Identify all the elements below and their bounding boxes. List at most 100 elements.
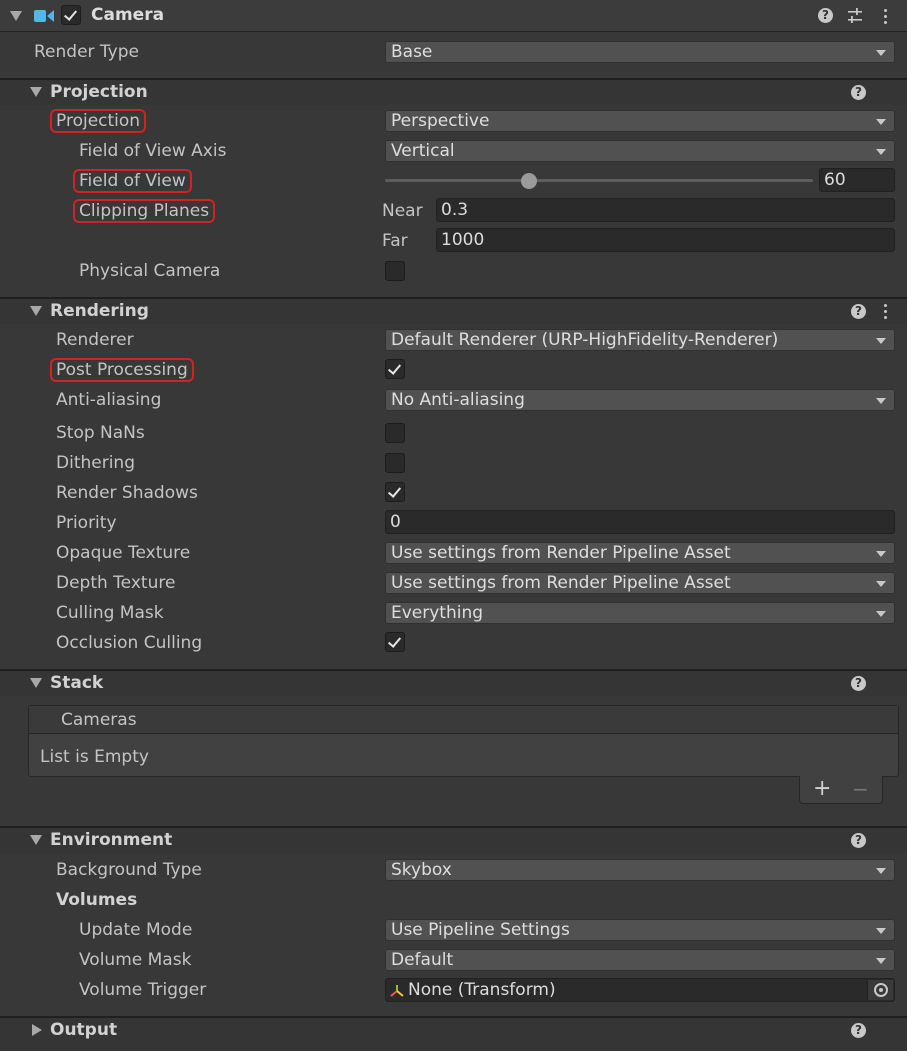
check-icon (387, 634, 402, 648)
culling-mask-value: Everything (391, 603, 484, 623)
fov-slider-track[interactable] (385, 179, 813, 182)
remove-button[interactable]: − (852, 777, 869, 801)
opaque-texture-label: Opaque Texture (56, 543, 191, 563)
anti-aliasing-dropdown[interactable]: No Anti-aliasing (385, 389, 895, 411)
foldout-icon[interactable] (30, 306, 42, 316)
section-title: Output (50, 1020, 118, 1040)
object-picker-icon[interactable] (867, 980, 893, 1000)
chevron-down-icon (876, 338, 886, 344)
stack-section-header[interactable]: Stack ? (0, 669, 907, 696)
foldout-icon[interactable] (32, 1024, 42, 1036)
near-label: Near (382, 201, 423, 221)
component-enabled-checkbox[interactable] (61, 5, 81, 25)
volume-trigger-field[interactable]: None (Transform) (385, 978, 895, 1002)
render-type-label: Render Type (34, 42, 139, 62)
output-section-header[interactable]: Output ? (0, 1016, 907, 1051)
projection-value: Perspective (391, 111, 490, 131)
chevron-down-icon (876, 551, 886, 557)
background-type-dropdown[interactable]: Skybox (385, 859, 895, 881)
more-options-icon[interactable] (884, 304, 888, 320)
help-icon[interactable]: ? (851, 1023, 866, 1038)
post-processing-checkbox[interactable] (385, 359, 405, 379)
volume-mask-label: Volume Mask (79, 950, 192, 970)
projection-label-text: Projection (49, 109, 147, 133)
help-icon[interactable]: ? (851, 85, 866, 100)
help-icon[interactable]: ? (851, 676, 866, 691)
priority-label: Priority (56, 513, 117, 533)
volumes-label: Volumes (56, 890, 138, 910)
transform-icon (390, 985, 404, 997)
more-options-icon[interactable] (884, 9, 888, 25)
physical-camera-label: Physical Camera (79, 261, 221, 281)
section-title: Rendering (50, 301, 149, 321)
section-title: Environment (50, 830, 173, 850)
physical-camera-checkbox[interactable] (385, 261, 405, 281)
foldout-icon[interactable] (30, 835, 42, 845)
add-button[interactable]: + (813, 776, 831, 801)
fov-axis-value: Vertical (391, 141, 455, 161)
render-shadows-checkbox[interactable] (385, 482, 405, 502)
far-field[interactable]: 1000 (436, 228, 895, 252)
cameras-list-header: Cameras (29, 706, 898, 734)
culling-mask-dropdown[interactable]: Everything (385, 602, 895, 624)
component-foldout-icon[interactable] (10, 11, 22, 21)
render-shadows-label: Render Shadows (56, 483, 198, 503)
foldout-icon[interactable] (30, 678, 42, 688)
fov-field[interactable]: 60 (819, 168, 895, 192)
component-title: Camera (91, 5, 165, 25)
section-title: Stack (50, 673, 104, 693)
chevron-down-icon (876, 50, 886, 56)
occlusion-culling-label: Occlusion Culling (56, 633, 203, 653)
foldout-icon[interactable] (30, 87, 42, 97)
dithering-checkbox[interactable] (385, 453, 405, 473)
fov-slider-thumb[interactable] (521, 173, 537, 189)
background-type-value: Skybox (391, 860, 452, 880)
volume-mask-value: Default (391, 950, 454, 970)
help-icon[interactable]: ? (851, 833, 866, 848)
volume-trigger-value: None (Transform) (408, 980, 556, 1000)
rendering-section-header[interactable]: Rendering ? (0, 297, 907, 324)
chevron-down-icon (876, 868, 886, 874)
section-title: Projection (50, 82, 148, 102)
clipping-planes-label-text: Clipping Planes (72, 199, 216, 223)
cameras-list-title: Cameras (61, 710, 137, 730)
anti-aliasing-value: No Anti-aliasing (391, 390, 525, 410)
far-label: Far (382, 231, 408, 251)
culling-mask-label: Culling Mask (56, 603, 164, 623)
update-mode-value: Use Pipeline Settings (391, 920, 570, 940)
presets-icon[interactable] (847, 8, 863, 24)
fov-label-text: Field of View (73, 169, 192, 193)
post-processing-label-text: Post Processing (50, 358, 194, 382)
occlusion-culling-checkbox[interactable] (385, 632, 405, 652)
volume-trigger-label: Volume Trigger (79, 980, 207, 1000)
renderer-dropdown[interactable]: Default Renderer (URP-HighFidelity-Rende… (385, 329, 895, 351)
near-field[interactable]: 0.3 (436, 198, 895, 222)
depth-texture-value: Use settings from Render Pipeline Asset (391, 573, 731, 593)
projection-dropdown[interactable]: Perspective (385, 110, 895, 132)
check-icon (387, 484, 402, 498)
chevron-down-icon (876, 958, 886, 964)
chevron-down-icon (876, 581, 886, 587)
check-icon (63, 7, 78, 21)
clipping-planes-label: Clipping Planes (72, 199, 216, 223)
cameras-list: Cameras List is Empty (28, 705, 899, 777)
help-icon[interactable]: ? (851, 304, 866, 319)
opaque-texture-dropdown[interactable]: Use settings from Render Pipeline Asset (385, 542, 895, 564)
priority-field[interactable]: 0 (385, 510, 895, 534)
environment-section-header[interactable]: Environment ? (0, 826, 907, 853)
help-icon[interactable]: ? (818, 8, 833, 23)
depth-texture-dropdown[interactable]: Use settings from Render Pipeline Asset (385, 572, 895, 594)
projection-section-header[interactable]: Projection ? (0, 78, 907, 105)
chevron-down-icon (876, 928, 886, 934)
volume-mask-dropdown[interactable]: Default (385, 949, 895, 971)
depth-texture-label: Depth Texture (56, 573, 176, 593)
stop-nans-checkbox[interactable] (385, 423, 405, 443)
fov-label: Field of View (73, 169, 192, 193)
renderer-label: Renderer (56, 330, 134, 350)
update-mode-dropdown[interactable]: Use Pipeline Settings (385, 919, 895, 941)
fov-axis-dropdown[interactable]: Vertical (385, 140, 895, 162)
list-empty-text: List is Empty (40, 747, 149, 767)
camera-icon (34, 10, 54, 22)
fov-axis-label: Field of View Axis (79, 141, 227, 161)
render-type-dropdown[interactable]: Base (385, 41, 895, 63)
